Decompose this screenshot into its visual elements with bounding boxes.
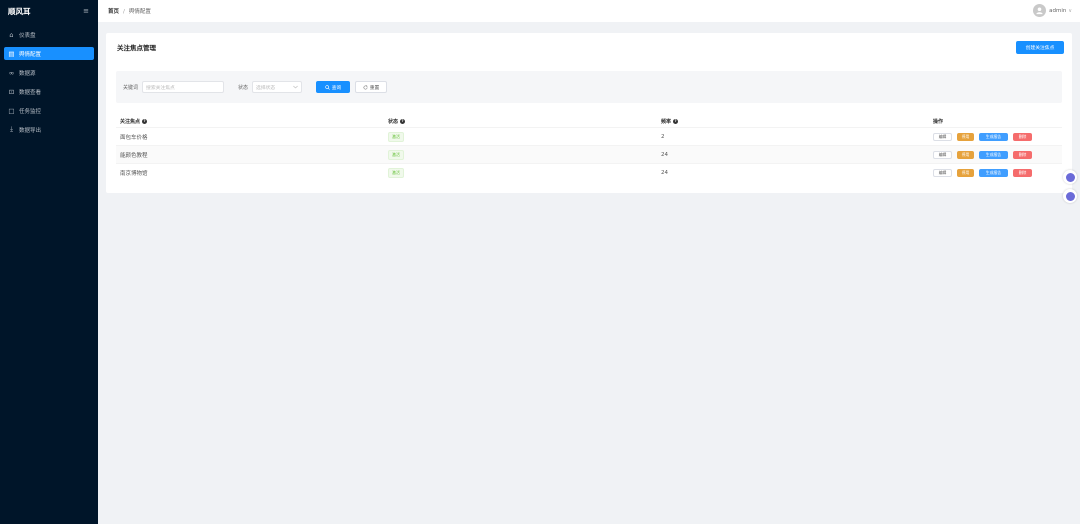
refresh-icon	[363, 84, 368, 89]
robot-icon-inner	[1065, 191, 1075, 201]
status-badge: 激活	[388, 149, 404, 160]
cell-frequency: 2	[661, 133, 665, 140]
status-select-placeholder: 选择状态	[256, 85, 276, 91]
generate-report-button[interactable]: 生成报告	[979, 132, 1008, 141]
floating-toolbar	[1063, 170, 1077, 208]
status-label: 状态	[238, 84, 249, 91]
help-icon[interactable]: ?	[673, 118, 679, 124]
cell-frequency: 24	[661, 169, 668, 176]
cart-icon: ⊡	[8, 87, 15, 96]
cell-status: 激活	[388, 131, 661, 142]
status-badge: 激活	[388, 167, 404, 178]
focus-table: 关注焦点? 状态? 频率? 操作 面包车价格 激活 2 编辑 停用 生成报告 删…	[116, 115, 1062, 181]
reset-button-label: 重置	[369, 85, 380, 91]
create-focus-button[interactable]: 创建关注焦点	[1016, 40, 1064, 54]
card-header: 关注焦点管理 创建关注焦点	[106, 33, 1072, 61]
disable-button[interactable]: 停用	[957, 168, 974, 177]
header-label: 频率	[661, 118, 672, 125]
assistant-icon[interactable]	[1063, 170, 1077, 184]
sidebar-item-sentiment-config[interactable]: ▤ 舆情配置	[4, 47, 94, 60]
table-row: 面包车价格 激活 2 编辑 停用 生成报告 删除	[116, 127, 1062, 145]
download-icon: ⤓	[10, 125, 13, 133]
generate-report-button[interactable]: 生成报告	[979, 168, 1008, 177]
sidebar-item-label: 数据导出	[19, 127, 42, 134]
sidebar-item-label: 数据源	[19, 70, 36, 77]
cell-status: 激活	[388, 167, 661, 178]
header-label: 操作	[933, 118, 944, 125]
column-header-focus: 关注焦点?	[116, 118, 388, 125]
cell-actions: 编辑 停用 生成报告 删除	[933, 168, 1062, 177]
sidebar-item-dashboard[interactable]: ⌂ 仪表盘	[4, 28, 94, 41]
sidebar-item-label: 任务监控	[19, 108, 42, 115]
robot-icon[interactable]	[1063, 189, 1077, 203]
link-icon: ∞	[8, 68, 15, 77]
keyword-label: 关键词	[123, 84, 139, 91]
sidebar-item-task-monitor[interactable]: □ 任务监控	[4, 104, 94, 117]
sidebar-item-label: 数据查看	[19, 89, 42, 96]
cell-frequency: 24	[661, 151, 668, 158]
table-row: 南京博物馆 激活 24 编辑 停用 生成报告 删除	[116, 163, 1062, 181]
chevron-down-icon: ∨	[1068, 7, 1072, 14]
edit-button[interactable]: 编辑	[933, 132, 952, 141]
sidebar: 顺风耳 ≡ ⌂ 仪表盘 ▤ 舆情配置 ∞ 数据源 ⊡ 数据查看 □ 任务监控 ⤓…	[0, 0, 98, 524]
delete-button[interactable]: 删除	[1013, 150, 1032, 159]
table-row: 能颜色教程 激活 24 编辑 停用 生成报告 删除	[116, 145, 1062, 163]
user-name: admin	[1049, 7, 1067, 14]
breadcrumb-current: 舆情配置	[128, 9, 151, 15]
column-header-actions: 操作	[933, 118, 1062, 125]
breadcrumb-separator: /	[123, 9, 125, 15]
cell-actions: 编辑 停用 生成报告 删除	[933, 132, 1062, 141]
status-badge: 激活	[388, 131, 404, 142]
table-header: 关注焦点? 状态? 频率? 操作	[116, 115, 1062, 127]
query-button[interactable]: 查询	[316, 81, 351, 93]
delete-button[interactable]: 删除	[1013, 132, 1032, 141]
user-menu[interactable]: admin ∨	[1033, 4, 1072, 17]
document-icon: ▤	[8, 49, 15, 58]
column-header-status: 状态?	[388, 118, 661, 125]
keyword-input[interactable]: 搜索关注焦点	[142, 81, 225, 93]
help-icon[interactable]: ?	[400, 118, 406, 124]
sidebar-item-data-export[interactable]: ⤓ 数据导出	[4, 123, 94, 136]
sidebar-menu: ⌂ 仪表盘 ▤ 舆情配置 ∞ 数据源 ⊡ 数据查看 □ 任务监控 ⤓ 数据导出	[0, 28, 98, 136]
disable-button[interactable]: 停用	[957, 150, 974, 159]
page-title: 关注焦点管理	[117, 44, 156, 52]
reset-button[interactable]: 重置	[355, 81, 388, 93]
status-select[interactable]: 选择状态	[252, 81, 303, 93]
home-icon: ⌂	[9, 30, 14, 39]
edit-button[interactable]: 编辑	[933, 168, 952, 177]
sidebar-item-label: 仪表盘	[19, 32, 36, 39]
delete-button[interactable]: 删除	[1013, 168, 1032, 177]
cell-focus: 面包车价格	[120, 134, 148, 141]
breadcrumb-home[interactable]: 首页	[108, 9, 119, 15]
chevron-down-icon	[293, 85, 298, 89]
sidebar-item-data-view[interactable]: ⊡ 数据查看	[4, 85, 94, 98]
focus-management-card: 关注焦点管理 创建关注焦点 关键词 搜索关注焦点 状态 选择状态 查询 重置 关…	[106, 33, 1072, 193]
app-logo: 顺风耳	[8, 6, 31, 16]
cell-focus: 南京博物馆	[120, 170, 148, 177]
disable-button[interactable]: 停用	[957, 132, 974, 141]
monitor-icon: □	[8, 106, 15, 115]
query-button-label: 查询	[331, 85, 342, 91]
user-icon	[1036, 7, 1043, 15]
cell-actions: 编辑 停用 生成报告 删除	[933, 150, 1062, 159]
top-bar: 首页 / 舆情配置 admin ∨	[98, 0, 1080, 22]
help-icon[interactable]: ?	[142, 118, 148, 124]
sidebar-item-label: 舆情配置	[19, 51, 42, 58]
column-header-frequency: 频率?	[661, 118, 933, 125]
cell-status: 激活	[388, 149, 661, 160]
filter-bar: 关键词 搜索关注焦点 状态 选择状态 查询 重置	[116, 71, 1062, 103]
search-icon	[325, 84, 330, 90]
logo-row: 顺风耳 ≡	[0, 0, 98, 22]
breadcrumb: 首页 / 舆情配置	[108, 7, 151, 15]
header-label: 状态	[388, 118, 399, 125]
header-label: 关注焦点	[120, 118, 141, 125]
avatar	[1033, 4, 1047, 17]
generate-report-button[interactable]: 生成报告	[979, 150, 1008, 159]
cell-focus: 能颜色教程	[120, 152, 148, 159]
assistant-icon-inner	[1065, 172, 1075, 182]
menu-toggle-icon[interactable]: ≡	[83, 7, 89, 15]
sidebar-item-data-source[interactable]: ∞ 数据源	[4, 66, 94, 79]
edit-button[interactable]: 编辑	[933, 150, 952, 159]
